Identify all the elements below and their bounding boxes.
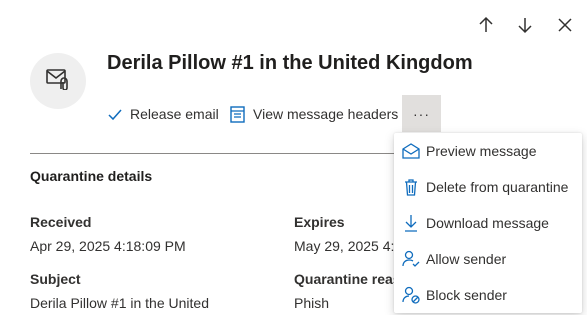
release-email-button[interactable]: Release email	[107, 102, 219, 126]
document-icon	[230, 105, 245, 123]
trash-icon	[401, 178, 421, 196]
quarantine-flyout: Derila Pillow #1 in the United Kingdom R…	[0, 0, 587, 315]
divider	[30, 153, 398, 154]
download-icon	[401, 214, 421, 232]
menu-item-download-message[interactable]: Download message	[394, 205, 582, 241]
menu-item-delete-from-quarantine[interactable]: Delete from quarantine	[394, 169, 582, 205]
checkmark-icon	[107, 107, 122, 122]
arrow-down-icon[interactable]	[514, 14, 536, 36]
quarantine-reason-label: Quarantine reas	[294, 271, 401, 287]
release-email-label: Release email	[130, 106, 219, 122]
menu-item-label: Block sender	[426, 287, 507, 303]
view-message-headers-button[interactable]: View message headers	[230, 102, 398, 126]
arrow-up-icon[interactable]	[475, 14, 497, 36]
menu-item-block-sender[interactable]: Block sender	[394, 277, 582, 313]
expires-label: Expires	[294, 214, 345, 230]
received-value: Apr 29, 2025 4:18:09 PM	[30, 238, 186, 254]
mail-clip-icon	[46, 68, 70, 95]
more-icon: ···	[413, 105, 430, 122]
page-title: Derila Pillow #1 in the United Kingdom	[107, 52, 473, 74]
person-block-icon	[401, 286, 421, 304]
close-icon[interactable]	[554, 14, 576, 36]
avatar	[30, 53, 86, 109]
menu-item-preview-message[interactable]: Preview message	[394, 133, 582, 169]
menu-item-label: Download message	[426, 215, 549, 231]
subject-value: Derila Pillow #1 in the United	[30, 295, 209, 311]
subject-label: Subject	[30, 271, 81, 287]
envelope-open-icon	[401, 143, 421, 159]
view-message-headers-label: View message headers	[253, 106, 399, 122]
menu-item-label: Preview message	[426, 143, 537, 159]
menu-item-label: Allow sender	[426, 251, 507, 267]
more-actions-menu: Preview message Delete from quarantine D…	[394, 133, 582, 313]
menu-item-label: Delete from quarantine	[426, 179, 569, 195]
received-label: Received	[30, 214, 92, 230]
quarantine-reason-value: Phish	[294, 295, 330, 311]
more-actions-button[interactable]: ···	[402, 95, 441, 132]
person-check-icon	[401, 250, 421, 268]
expires-value: May 29, 2025 4:1	[294, 238, 403, 254]
section-title: Quarantine details	[30, 168, 153, 184]
menu-item-allow-sender[interactable]: Allow sender	[394, 241, 582, 277]
